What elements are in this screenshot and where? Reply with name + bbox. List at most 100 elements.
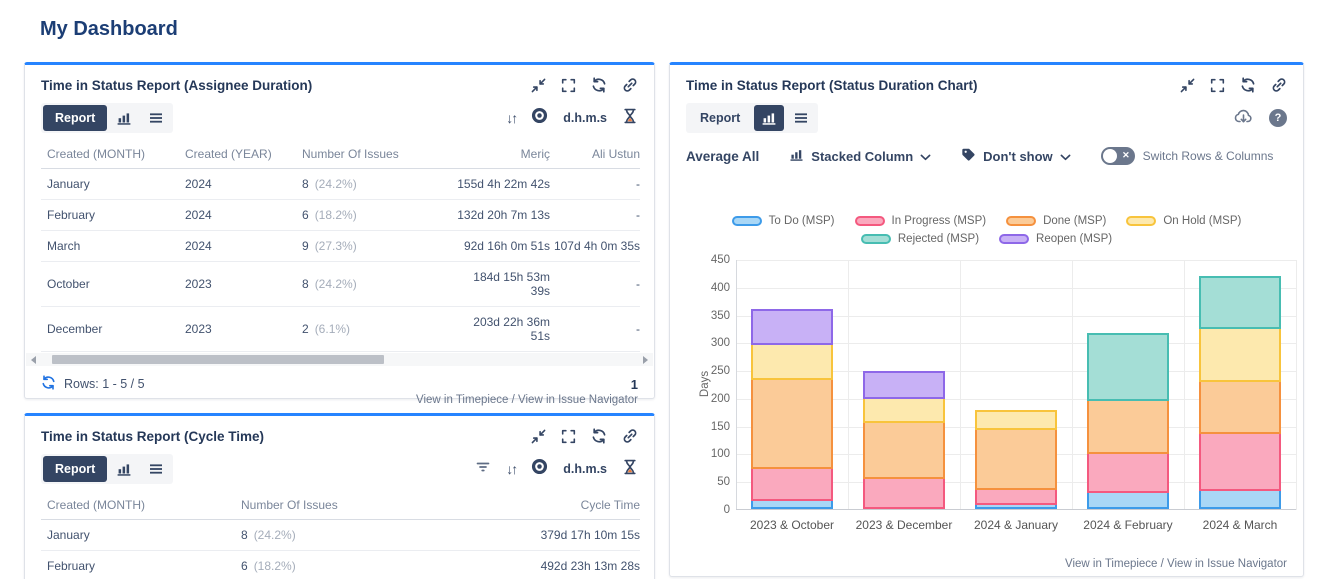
column-header[interactable]: Created (MONTH) [41, 492, 241, 520]
view-links[interactable]: View in Timepiece / View in Issue Naviga… [1049, 557, 1303, 578]
column-header[interactable]: Number Of Issues [302, 141, 452, 169]
fullscreen-icon[interactable] [561, 429, 576, 444]
filter-icon[interactable] [475, 459, 491, 480]
table-row: March20249(27.3%)92d 16h 0m 51s107d 4h 0… [41, 231, 640, 262]
menu-icon[interactable] [141, 456, 171, 482]
menu-icon[interactable] [141, 105, 171, 131]
bar-segment[interactable] [751, 378, 833, 469]
bar-segment[interactable] [863, 477, 945, 509]
sort-icon[interactable]: ↓↑ [506, 461, 516, 477]
cell-duration: 107d 4h 0m 35s [550, 231, 640, 262]
scroll-left-icon[interactable] [31, 356, 36, 364]
fullscreen-icon[interactable] [1210, 78, 1225, 93]
bar-segment[interactable] [1199, 489, 1281, 509]
refresh-icon[interactable] [591, 77, 607, 93]
bar-segment[interactable] [863, 421, 945, 479]
bar-segment[interactable] [863, 371, 945, 399]
eye-icon[interactable] [531, 458, 548, 480]
chart-view-icon[interactable] [109, 456, 139, 482]
column-header[interactable]: Cycle Time [456, 492, 640, 520]
bar-segment[interactable] [1087, 399, 1169, 454]
report-tab[interactable]: Report [43, 105, 107, 131]
duration-format-label[interactable]: d.h.m.s [563, 111, 607, 125]
download-icon[interactable] [1234, 108, 1254, 129]
legend-item[interactable]: On Hold (MSP) [1126, 215, 1241, 227]
collapse-icon[interactable] [1180, 78, 1195, 93]
bar-segment[interactable] [1199, 432, 1281, 491]
duration-format-label[interactable]: d.h.m.s [563, 462, 607, 476]
link-icon[interactable] [622, 428, 638, 444]
hourglass-icon[interactable] [622, 108, 638, 129]
horizontal-scrollbar[interactable] [26, 353, 653, 366]
legend-item[interactable]: Rejected (MSP) [861, 233, 979, 245]
bar-segment[interactable] [1087, 333, 1169, 401]
cell-month: January [41, 520, 241, 551]
collapse-icon[interactable] [531, 429, 546, 444]
menu-icon[interactable] [786, 105, 816, 131]
report-tab[interactable]: Report [688, 105, 752, 131]
issue-percent: (24.2%) [315, 177, 357, 191]
legend-swatch [1126, 216, 1156, 226]
bar-segment[interactable] [1087, 491, 1169, 509]
issue-count: 9 [302, 239, 309, 253]
bar-segment[interactable] [751, 309, 833, 345]
legend-item[interactable]: To Do (MSP) [732, 215, 835, 227]
column-header[interactable]: Created (YEAR) [185, 141, 302, 169]
eye-icon[interactable] [531, 107, 548, 129]
link-icon[interactable] [1271, 77, 1287, 93]
help-icon[interactable]: ? [1269, 109, 1287, 127]
scroll-right-icon[interactable] [643, 356, 648, 364]
legend-swatch [855, 216, 885, 226]
bar-segment[interactable] [1087, 452, 1169, 493]
bar-segment[interactable] [1199, 327, 1281, 382]
fullscreen-icon[interactable] [561, 78, 576, 93]
chart-type-icon [789, 147, 804, 165]
chart-type-dropdown[interactable]: Stacked Column [789, 147, 931, 165]
cell-duration: - [550, 262, 640, 307]
link-icon[interactable] [622, 77, 638, 93]
average-all-label[interactable]: Average All [686, 149, 759, 164]
y-axis-line [736, 260, 737, 510]
legend-item[interactable]: In Progress (MSP) [855, 215, 987, 227]
bar-segment[interactable] [863, 397, 945, 423]
bar-segment[interactable] [975, 410, 1057, 430]
column-header[interactable]: Created (MONTH) [41, 141, 185, 169]
legend-label: Done (MSP) [1043, 215, 1106, 227]
column-header[interactable]: Meriç [452, 141, 550, 169]
labels-dropdown[interactable]: Don't show [961, 147, 1071, 165]
legend-label: In Progress (MSP) [892, 215, 987, 227]
chart-view-icon[interactable] [754, 105, 784, 131]
bar-segment[interactable] [751, 467, 833, 501]
legend-item[interactable]: Reopen (MSP) [999, 233, 1112, 245]
column-header[interactable]: Ali Ustun [550, 141, 640, 169]
sort-icon[interactable]: ↓↑ [506, 110, 516, 126]
refresh-icon[interactable] [591, 428, 607, 444]
cell-duration: - [550, 307, 640, 352]
bar-segment[interactable] [975, 488, 1057, 505]
switch-rows-columns-label: Switch Rows & Columns [1143, 149, 1274, 163]
legend-swatch [1006, 216, 1036, 226]
y-tick-label: 450 [690, 254, 730, 266]
issue-percent: (24.2%) [254, 528, 296, 542]
table-row: February20246(18.2%)132d 20h 7m 13s- [41, 200, 640, 231]
bar-segment[interactable] [1199, 380, 1281, 434]
refresh-icon[interactable] [1240, 77, 1256, 93]
collapse-icon[interactable] [531, 78, 546, 93]
bar-segment[interactable] [1199, 276, 1281, 330]
gadget-title: Time in Status Report (Assignee Duration… [41, 78, 312, 93]
scrollbar-thumb[interactable] [52, 355, 384, 364]
page-number[interactable]: 1 [631, 377, 638, 392]
issue-count: 6 [241, 559, 248, 573]
hourglass-icon[interactable] [622, 459, 638, 480]
chart-view-icon[interactable] [109, 105, 139, 131]
refresh-rows-icon[interactable] [41, 375, 56, 393]
legend-item[interactable]: Done (MSP) [1006, 215, 1106, 227]
switch-rows-columns-toggle[interactable]: ✕ [1101, 147, 1135, 165]
column-header[interactable]: Number Of Issues [241, 492, 456, 520]
cell-duration: 379d 17h 10m 15s [456, 520, 640, 551]
bar-segment[interactable] [751, 343, 833, 379]
view-links[interactable]: View in Timepiece / View in Issue Naviga… [25, 393, 654, 414]
bar-segment[interactable] [975, 428, 1057, 490]
gadget-cycle-time: Time in Status Report (Cycle Time) Repor… [24, 413, 655, 579]
report-tab[interactable]: Report [43, 456, 107, 482]
